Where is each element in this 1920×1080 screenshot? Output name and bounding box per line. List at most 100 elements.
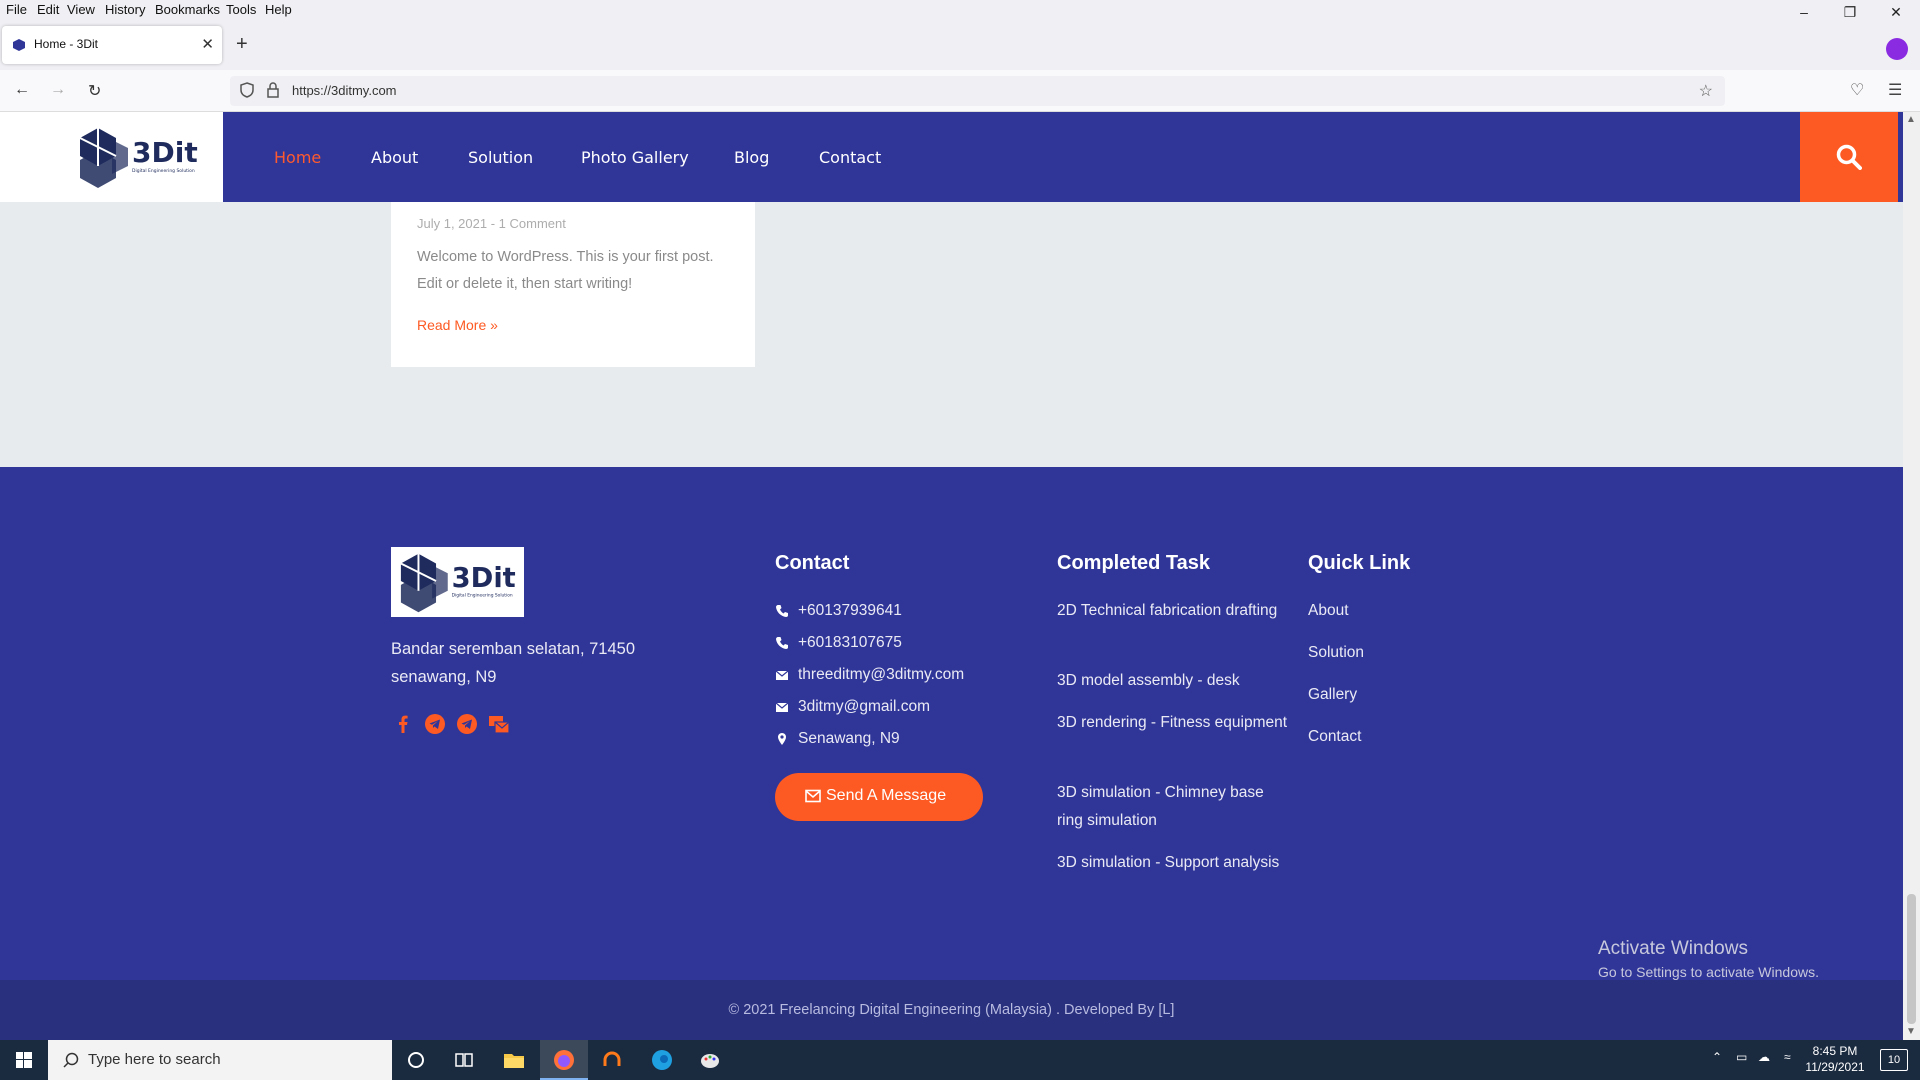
- quicklink-solution[interactable]: Solution: [1308, 644, 1364, 662]
- bookmark-star-icon[interactable]: ☆: [1699, 81, 1713, 101]
- taskbar-clock[interactable]: 8:45 PM 11/29/2021: [1800, 1043, 1870, 1075]
- svg-text:3Dit: 3Dit: [452, 563, 516, 594]
- edge-icon[interactable]: [650, 1048, 674, 1072]
- site-header: 3Dit Digital Engineering Solution Home A…: [0, 112, 1903, 202]
- svg-text:Digital Engineering Solution: Digital Engineering Solution: [132, 168, 195, 174]
- send-message-label: Send A Message: [826, 787, 947, 804]
- quicklink-contact[interactable]: Contact: [1308, 728, 1361, 746]
- task-view-icon[interactable]: [452, 1048, 476, 1072]
- scroll-down-icon[interactable]: ▼: [1906, 1026, 1916, 1037]
- post-excerpt: Welcome to WordPress. This is your first…: [417, 249, 714, 292]
- quicklink-about[interactable]: About: [1308, 602, 1349, 620]
- notification-count: 10: [1887, 1054, 1901, 1066]
- phone-icon: [776, 637, 788, 649]
- lock-icon[interactable]: [266, 82, 280, 98]
- menu-edit[interactable]: Edit: [37, 2, 59, 17]
- nav-blog[interactable]: Blog: [734, 148, 769, 167]
- svg-text:3Dit: 3Dit: [132, 136, 198, 169]
- footer-logo-mark: 3Dit Digital Engineering Solution: [400, 553, 516, 613]
- browser-menubar: File Edit View History Bookmarks Tools H…: [0, 0, 1920, 20]
- contact-email-1-text: threeditmy@3ditmy.com: [798, 666, 965, 683]
- footer-logo[interactable]: 3Dit Digital Engineering Solution: [391, 547, 524, 617]
- address-bar[interactable]: https://3ditmy.com ☆: [230, 76, 1725, 106]
- scrollbar-thumb[interactable]: [1907, 894, 1916, 1024]
- taskbar-search[interactable]: Type here to search: [48, 1040, 392, 1080]
- scroll-up-icon[interactable]: ▲: [1906, 114, 1916, 125]
- nav-solution[interactable]: Solution: [468, 148, 533, 167]
- quicklink-gallery[interactable]: Gallery: [1308, 686, 1357, 704]
- back-icon[interactable]: ←: [14, 81, 30, 99]
- tray-meet-icon[interactable]: ▭: [1736, 1050, 1747, 1064]
- menu-help[interactable]: Help: [265, 2, 292, 17]
- footer-contact-title: Contact: [775, 552, 850, 574]
- search-icon: [63, 1052, 79, 1068]
- file-explorer-icon[interactable]: [502, 1048, 526, 1072]
- tray-chevron-icon[interactable]: ⌃: [1712, 1050, 1722, 1064]
- forward-icon[interactable]: →: [50, 81, 66, 99]
- read-more-link[interactable]: Read More »: [417, 317, 498, 333]
- reload-icon[interactable]: ↻: [88, 81, 101, 101]
- menu-view[interactable]: View: [67, 2, 95, 17]
- app-headset-icon[interactable]: [600, 1048, 624, 1072]
- facebook-icon[interactable]: [391, 712, 415, 736]
- site-favicon-icon: [13, 39, 25, 51]
- telegram-icon[interactable]: [423, 712, 447, 736]
- send-message-button[interactable]: Send A Message: [775, 773, 983, 821]
- footer-quicklink-title: Quick Link: [1308, 552, 1411, 574]
- tab-close-icon[interactable]: ✕: [201, 35, 214, 53]
- menu-history[interactable]: History: [105, 2, 145, 17]
- post-meta: July 1, 2021 - 1 Comment: [417, 216, 566, 231]
- post-card: July 1, 2021 - 1 Comment Welcome to Word…: [391, 202, 755, 367]
- browser-navbar: ← → ↻ https://3ditmy.com ☆ ♡ ☰: [0, 70, 1920, 112]
- tab-title: Home - 3Dit: [34, 37, 99, 51]
- site-logo[interactable]: 3Dit Digital Engineering Solution: [0, 112, 223, 202]
- firefox-icon[interactable]: [552, 1048, 576, 1072]
- new-tab-icon[interactable]: +: [236, 33, 248, 56]
- mail-bulk-icon[interactable]: [487, 712, 511, 736]
- nav-about[interactable]: About: [371, 148, 418, 167]
- task-link-5[interactable]: 3D simulation - Support analysis: [1057, 849, 1292, 877]
- task-link-2[interactable]: 3D model assembly - desk: [1057, 667, 1292, 695]
- envelope-icon: [805, 789, 821, 803]
- cortana-icon[interactable]: [404, 1048, 428, 1072]
- app-menu-icon[interactable]: ☰: [1888, 80, 1902, 100]
- tray-onedrive-icon[interactable]: ☁: [1758, 1050, 1770, 1064]
- envelope-icon: [775, 702, 789, 712]
- nav-photo-gallery[interactable]: Photo Gallery: [581, 148, 689, 167]
- site-search-button[interactable]: [1800, 112, 1898, 202]
- shield-icon[interactable]: [240, 82, 254, 98]
- tray-network-icon[interactable]: ≈: [1784, 1050, 1791, 1064]
- notification-center-icon[interactable]: 10: [1880, 1049, 1908, 1071]
- menu-file[interactable]: File: [6, 2, 27, 17]
- copyright-text: © 2021 Freelancing Digital Engineering (…: [728, 1002, 1175, 1018]
- window-close-icon[interactable]: ✕: [1886, 4, 1906, 21]
- logo-mark: 3Dit Digital Engineering Solution: [79, 128, 198, 188]
- menu-tools[interactable]: Tools: [226, 2, 256, 17]
- activate-windows-title: Activate Windows: [1598, 938, 1748, 959]
- telegram-icon-2[interactable]: [455, 712, 479, 736]
- url-text[interactable]: https://3ditmy.com: [292, 83, 397, 98]
- windows-start-icon[interactable]: [0, 1040, 48, 1080]
- tab-home[interactable]: Home - 3Dit ✕: [2, 26, 222, 64]
- minimize-icon[interactable]: –: [1794, 4, 1814, 20]
- extension-icon[interactable]: [1886, 38, 1908, 60]
- footer-tasks-title: Completed Task: [1057, 552, 1210, 574]
- task-link-3[interactable]: 3D rendering - Fitness equipment: [1057, 709, 1292, 737]
- contact-email-2-text: 3ditmy@gmail.com: [798, 698, 931, 715]
- site-footer: 3Dit Digital Engineering Solution Bandar…: [0, 467, 1903, 980]
- task-link-4[interactable]: 3D simulation - Chimney base ring simula…: [1057, 779, 1292, 835]
- nav-contact[interactable]: Contact: [819, 148, 881, 167]
- pocket-icon[interactable]: ♡: [1850, 80, 1864, 100]
- envelope-icon: [775, 670, 789, 680]
- footer-address: Bandar seremban selatan, 71450 senawang,…: [391, 640, 636, 686]
- phone-icon: [776, 605, 788, 617]
- restore-icon[interactable]: ❐: [1840, 4, 1860, 21]
- page-scrollbar[interactable]: ▲ ▼: [1903, 112, 1920, 1040]
- nav-home[interactable]: Home: [274, 148, 321, 167]
- browser-tabbar: Home - 3Dit ✕ +: [0, 20, 1920, 70]
- clock-date: 11/29/2021: [1805, 1060, 1865, 1074]
- menu-bookmarks[interactable]: Bookmarks: [155, 2, 220, 17]
- contact-phone-2-text: +60183107675: [798, 634, 902, 651]
- paint-icon[interactable]: [698, 1048, 722, 1072]
- task-link-1[interactable]: 2D Technical fabrication drafting: [1057, 597, 1292, 625]
